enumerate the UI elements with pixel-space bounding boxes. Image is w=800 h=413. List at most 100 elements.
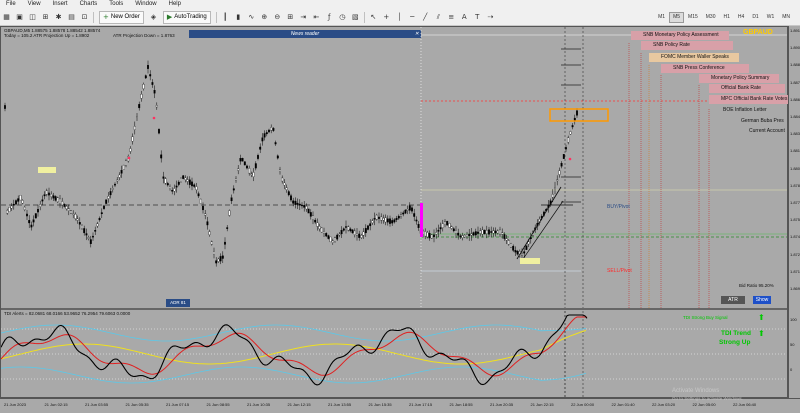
new-chart-icon[interactable]: ▦	[2, 13, 11, 22]
strategy-tester-icon[interactable]: ⊡	[80, 13, 89, 22]
trendline-icon[interactable]: ╱	[421, 13, 430, 22]
templates-icon[interactable]: ▧	[351, 13, 360, 22]
bar-chart-icon[interactable]: ┃	[221, 13, 230, 22]
candle-body	[19, 195, 22, 201]
price-axis-label: 0	[790, 367, 793, 372]
data-window-icon[interactable]: ⊞	[41, 13, 50, 22]
text-tool-icon[interactable]: A	[460, 13, 469, 22]
candle-body	[490, 231, 493, 233]
scroll-icon[interactable]: ⇥	[299, 13, 308, 22]
timeframe-m5[interactable]: M5	[669, 11, 685, 23]
candle-body	[191, 181, 193, 187]
show-button[interactable]: Show	[753, 296, 771, 304]
autotrading-button[interactable]: ▶ AutoTrading	[162, 10, 211, 24]
label-tool-icon[interactable]: T	[473, 13, 482, 22]
candle-body	[8, 207, 11, 212]
timeframe-m15[interactable]: M15	[684, 12, 702, 23]
timeframe-mn[interactable]: MN	[778, 12, 794, 23]
news-event-item[interactable]: SNB Monetary Policy Assessment	[631, 31, 729, 40]
tile-icon[interactable]: ⊞	[286, 13, 295, 22]
candle-body	[54, 196, 57, 201]
periods-icon[interactable]: ◷	[338, 13, 347, 22]
timeframe-w1[interactable]: W1	[763, 12, 779, 23]
news-event-item[interactable]: German Buba Pres	[729, 117, 785, 126]
price-axis-label: 1.87720	[790, 200, 800, 205]
news-event-item[interactable]: Current Account	[737, 127, 785, 136]
price-axis[interactable]: 1.89195 1.89040 1.88895 1.88750 1.88600 1.884…	[788, 26, 800, 398]
news-event-item[interactable]: MPC Official Bank Rate Votes	[709, 95, 789, 104]
horizontal-line-icon[interactable]: ─	[408, 13, 417, 22]
indicators-icon[interactable]: ƒ	[325, 13, 334, 22]
tdi-separator[interactable]	[1, 308, 787, 310]
timeframe-h1[interactable]: H1	[720, 12, 734, 23]
news-event-item[interactable]: BOE Inflation Letter	[711, 106, 783, 115]
navigator-icon[interactable]: ✱	[54, 13, 63, 22]
news-event-item[interactable]: Monetary Policy Summary	[699, 74, 779, 83]
candle-body	[380, 216, 383, 221]
arrow-tool-icon[interactable]: ⇢	[486, 13, 495, 22]
menu-item-tools[interactable]: Tools	[103, 0, 129, 9]
news-event-item[interactable]: Official Bank Rate	[709, 84, 785, 93]
terminal-icon[interactable]: ▤	[67, 13, 76, 22]
candle-body	[446, 221, 449, 226]
time-axis-label: 21 Jun 03:55	[85, 402, 109, 407]
shift-icon[interactable]: ⇤	[312, 13, 321, 22]
atr-button[interactable]: ATR	[721, 296, 745, 304]
windows-watermark-sub: Go to Settings to activate Windows.	[672, 396, 744, 401]
profiles-icon[interactable]: ▣	[15, 13, 24, 22]
cursor-icon[interactable]: ↖	[369, 13, 378, 22]
candle-body	[336, 234, 339, 240]
timeframe-m1[interactable]: M1	[654, 12, 669, 23]
vertical-line-icon[interactable]: │	[395, 13, 404, 22]
news-event-item[interactable]: FOMC Member Waller Speaks	[649, 53, 739, 62]
timeframe-d1[interactable]: D1	[748, 12, 762, 23]
candlestick-icon[interactable]: ▮	[234, 13, 243, 22]
candle-body	[314, 219, 317, 223]
candle-body	[89, 239, 92, 245]
chart-window[interactable]: GBPAUD,M5 1.88575 1.88578 1.88542 1.8857…	[0, 26, 789, 398]
zoom-out-icon[interactable]: ⊖	[273, 13, 282, 22]
candle-body	[265, 132, 268, 135]
timeframe-m30[interactable]: M30	[702, 12, 720, 23]
candle-body	[175, 185, 178, 188]
candle-body	[74, 214, 77, 219]
candle-body	[100, 212, 103, 215]
candle-body	[195, 186, 198, 191]
menu-item-view[interactable]: View	[22, 0, 47, 9]
crosshair-icon[interactable]: +	[382, 13, 391, 22]
menu-item-help[interactable]: Help	[163, 0, 187, 9]
candle-body	[83, 228, 86, 234]
menu-item-file[interactable]: File	[0, 0, 22, 9]
candle-body	[320, 227, 323, 233]
candle-body	[466, 234, 468, 237]
candle-body	[296, 202, 299, 205]
candle-body	[369, 223, 372, 227]
new-order-button[interactable]: + New Order	[99, 10, 144, 24]
candle-body	[411, 207, 413, 212]
candle-body	[268, 129, 270, 133]
candle-body	[59, 198, 61, 204]
candle-body	[430, 234, 433, 239]
price-axis-label: 1.88455	[790, 114, 800, 119]
zoom-in-icon[interactable]: ⊕	[260, 13, 269, 22]
price-axis-label: 1.88305	[790, 131, 800, 137]
market-watch-icon[interactable]: ◫	[28, 13, 37, 22]
time-axis-label: 21 Jun 05:35	[125, 402, 149, 407]
menu-item-insert[interactable]: Insert	[47, 0, 74, 9]
candle-body	[169, 186, 171, 189]
candle-body	[131, 136, 134, 142]
fibonacci-icon[interactable]: ≡	[447, 13, 456, 22]
time-axis-label: 22 Jun 03:20	[652, 402, 676, 407]
candle-body	[230, 197, 233, 202]
line-chart-icon[interactable]: ∿	[247, 13, 256, 22]
channel-icon[interactable]: ⫽	[434, 13, 443, 22]
candle-body	[560, 163, 563, 167]
news-event-item[interactable]: SNB Press Conference	[661, 64, 749, 73]
menu-item-charts[interactable]: Charts	[74, 0, 104, 9]
timeframe-h4[interactable]: H4	[734, 12, 748, 23]
candle-body	[122, 164, 125, 170]
news-event-item[interactable]: SNB Policy Rate	[641, 41, 733, 50]
candle-body	[371, 220, 374, 224]
menu-item-window[interactable]: Window	[129, 0, 162, 9]
metaeditor-icon[interactable]: ◈	[149, 13, 158, 22]
